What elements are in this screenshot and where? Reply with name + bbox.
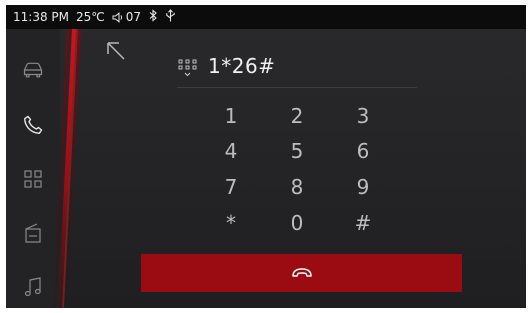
sidebar bbox=[6, 29, 60, 308]
car-screen: 11:38 PM 25℃ 07 1*26# 1 2 3 4 5 6 7 8 9 … bbox=[6, 5, 526, 308]
key-7[interactable]: 7 bbox=[209, 172, 253, 202]
dialpad-icon bbox=[178, 59, 197, 77]
bluetooth-icon bbox=[148, 9, 158, 25]
key-5[interactable]: 5 bbox=[275, 136, 319, 166]
phone-icon bbox=[24, 115, 43, 134]
collapse-button[interactable] bbox=[104, 39, 128, 63]
key-6[interactable]: 6 bbox=[341, 136, 385, 166]
temperature: 25℃ bbox=[76, 10, 105, 24]
volume-icon bbox=[112, 11, 122, 23]
dialer-panel: 1*26# 1 2 3 4 5 6 7 8 9 * 0 # bbox=[60, 29, 526, 308]
divider bbox=[177, 87, 417, 88]
volume-indicator: 07 bbox=[112, 10, 141, 24]
key-9[interactable]: 9 bbox=[341, 172, 385, 202]
apps-grid-icon bbox=[24, 170, 42, 188]
sidebar-item-music[interactable] bbox=[6, 261, 60, 308]
key-3[interactable]: 3 bbox=[341, 101, 385, 131]
status-bar: 11:38 PM 25℃ 07 bbox=[6, 5, 526, 29]
key-star[interactable]: * bbox=[209, 208, 253, 238]
clock: 11:38 PM bbox=[13, 10, 69, 24]
dialpad-toggle-button[interactable] bbox=[177, 58, 199, 80]
volume-level: 07 bbox=[125, 10, 142, 24]
usb-icon bbox=[165, 9, 176, 25]
radio-icon bbox=[25, 223, 41, 243]
arrow-up-left-icon bbox=[107, 42, 125, 60]
key-1[interactable]: 1 bbox=[209, 101, 253, 131]
sidebar-item-vehicle[interactable] bbox=[6, 43, 60, 95]
dialed-number: 1*26# bbox=[208, 54, 276, 78]
car-icon bbox=[23, 62, 43, 78]
music-note-icon bbox=[24, 277, 41, 297]
sidebar-item-apps[interactable] bbox=[6, 153, 60, 205]
sidebar-item-phone[interactable] bbox=[6, 99, 60, 151]
key-2[interactable]: 2 bbox=[275, 101, 319, 131]
key-4[interactable]: 4 bbox=[209, 136, 253, 166]
call-button[interactable] bbox=[141, 254, 462, 292]
sidebar-item-radio[interactable] bbox=[6, 207, 60, 259]
key-8[interactable]: 8 bbox=[275, 172, 319, 202]
key-0[interactable]: 0 bbox=[275, 208, 319, 238]
hang-up-icon bbox=[291, 268, 312, 277]
key-hash[interactable]: # bbox=[341, 208, 385, 238]
